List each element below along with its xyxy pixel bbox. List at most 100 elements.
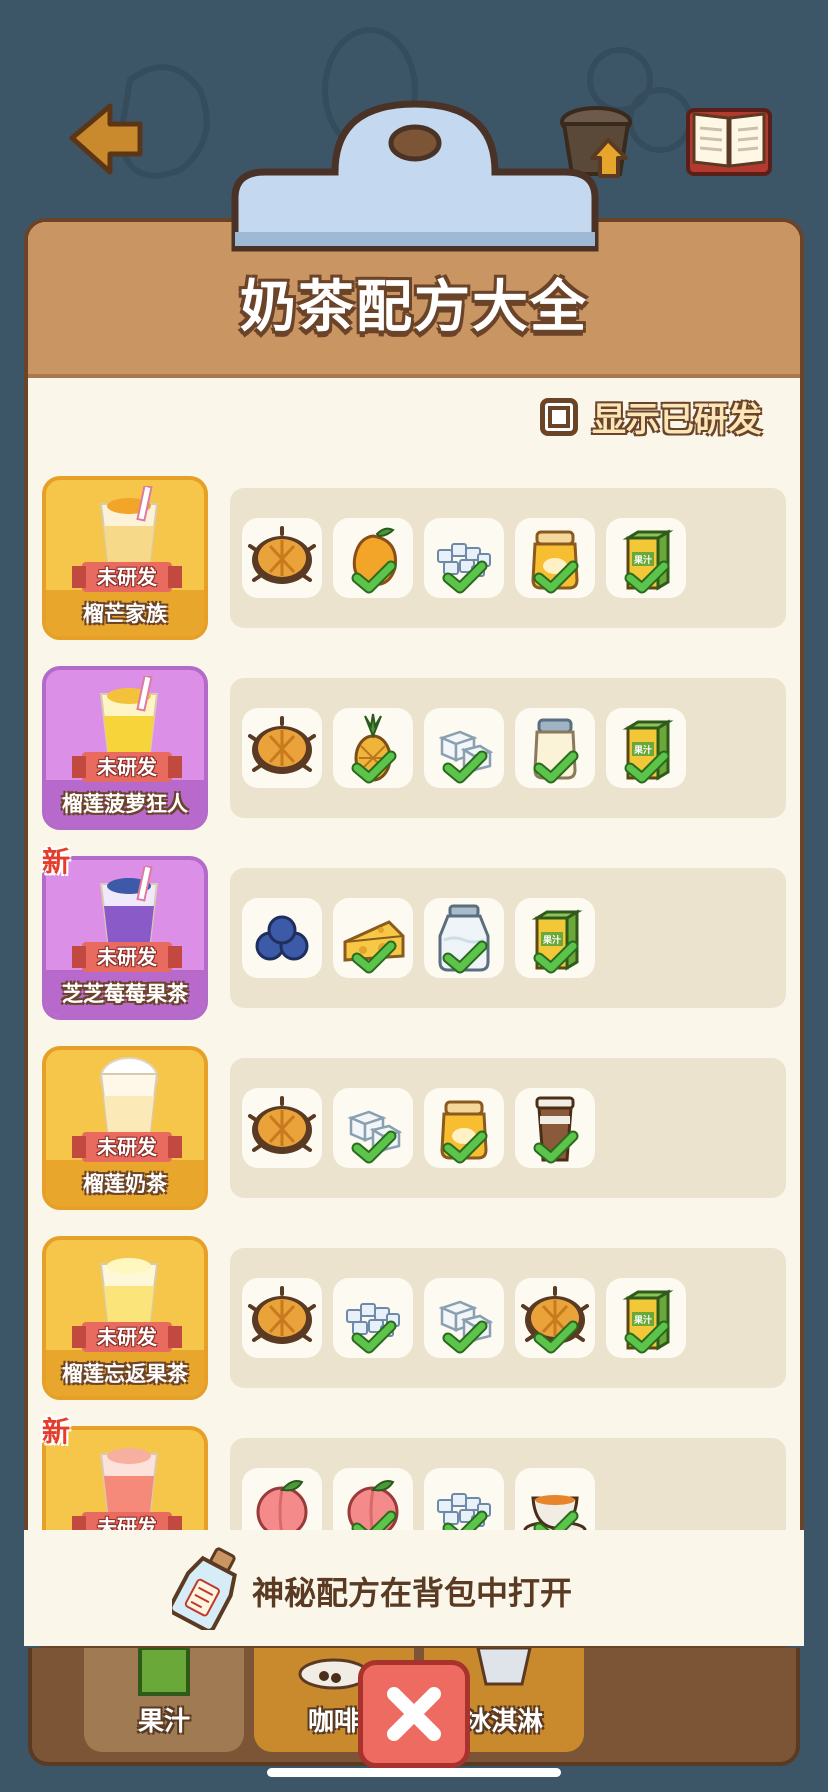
- status-badge: 未研发: [72, 1322, 182, 1352]
- ingredient-slot[interactable]: [515, 1468, 595, 1530]
- status-badge: 未研发: [72, 1512, 182, 1530]
- recipe-name: 芝芝莓莓果茶: [62, 982, 188, 1006]
- ingredient-slot[interactable]: [242, 1088, 322, 1168]
- ingredient-panel: 果汁: [230, 678, 786, 818]
- check-icon: [624, 560, 670, 594]
- status-badge: 未研发: [72, 942, 182, 972]
- ingredient-slot[interactable]: [424, 518, 504, 598]
- ingredient-slot[interactable]: [242, 1468, 322, 1530]
- recipe-list[interactable]: 未研发 榴芒家族 果汁 未研发 榴莲菠萝狂人 果汁新未研发 芝芝莓莓果茶 果汁 未研发 榴莲奶茶未…: [24, 470, 804, 1530]
- check-icon: [624, 750, 670, 784]
- check-icon: [533, 750, 579, 784]
- check-icon: [442, 1320, 488, 1354]
- book-icon: [686, 108, 772, 176]
- new-badge: 新: [42, 845, 71, 878]
- check-icon: [351, 750, 397, 784]
- mango-drink-icon: [99, 484, 159, 571]
- check-icon: [533, 1320, 579, 1354]
- ingredient-panel: 果汁: [230, 868, 786, 1008]
- recipe-card[interactable]: 未研发 榴莲菠萝狂人: [42, 666, 208, 830]
- recipe-card[interactable]: 未研发 榴莲奶茶: [42, 1046, 208, 1210]
- message-bottle-icon[interactable]: [172, 1544, 244, 1630]
- recipe-row: 未研发榴莲菠萝狂人 果汁: [24, 660, 804, 832]
- recipe-name: 榴芒家族: [83, 602, 167, 626]
- ingredient-slot[interactable]: [242, 708, 322, 788]
- recipe-name: 榴莲忘返果茶: [62, 1362, 188, 1386]
- show-developed-checkbox[interactable]: [540, 397, 578, 436]
- status-badge: 未研发: [72, 1132, 182, 1162]
- ingredient-slot[interactable]: [242, 518, 322, 598]
- check-icon: [351, 1130, 397, 1164]
- check-icon: [351, 1510, 397, 1530]
- ingredient-slot[interactable]: [424, 708, 504, 788]
- peach-icon: [256, 1480, 308, 1530]
- blueberry-drink-icon: [99, 864, 159, 951]
- page-title: 奶茶配方大全: [240, 275, 588, 340]
- recipe-card[interactable]: 未研发 芝芝莓莓果茶: [42, 856, 208, 1020]
- check-icon: [442, 1510, 488, 1530]
- home-indicator[interactable]: [267, 1768, 561, 1777]
- check-icon: [533, 560, 579, 594]
- ingredient-slot[interactable]: 果汁: [606, 708, 686, 788]
- ingredient-slot[interactable]: [424, 1468, 504, 1530]
- ingredient-slot[interactable]: [333, 1278, 413, 1358]
- recipe-book-button[interactable]: [686, 104, 772, 180]
- check-icon: [442, 560, 488, 594]
- ice-cream-cup-tab-icon: [476, 1648, 532, 1686]
- checkbox-box: [548, 405, 570, 428]
- close-button[interactable]: [358, 1660, 470, 1768]
- tab-juice[interactable]: 果汁: [84, 1648, 244, 1752]
- durian-icon: [248, 526, 316, 584]
- tab-juice-label: 果汁: [137, 1707, 190, 1737]
- check-icon: [351, 940, 397, 974]
- check-icon: [533, 940, 579, 974]
- check-icon: [624, 1320, 670, 1354]
- ingredient-slot[interactable]: 果汁: [515, 898, 595, 978]
- ingredient-slot[interactable]: [333, 1088, 413, 1168]
- check-icon: [442, 1130, 488, 1164]
- pineapple-drink-icon: [99, 674, 159, 761]
- ingredient-slot[interactable]: [424, 1278, 504, 1358]
- ingredient-slot[interactable]: 果汁: [606, 1278, 686, 1358]
- ingredient-slot[interactable]: [515, 518, 595, 598]
- ingredient-slot[interactable]: [515, 708, 595, 788]
- ingredient-slot[interactable]: [515, 1278, 595, 1358]
- ingredient-slot[interactable]: [333, 1468, 413, 1530]
- new-badge: 新: [42, 1415, 71, 1448]
- status-badge: 未研发: [72, 752, 182, 782]
- recipe-row: 未研发榴莲忘返果茶 果汁: [24, 1230, 804, 1402]
- recipe-card[interactable]: 未研发 榴莲忘返果茶: [42, 1236, 208, 1400]
- ingredient-slot[interactable]: 果汁: [606, 518, 686, 598]
- ingredient-slot[interactable]: [242, 898, 322, 978]
- durian-icon: [248, 716, 316, 774]
- durian-icon: [248, 1286, 316, 1344]
- ingredient-panel: [230, 1438, 786, 1530]
- ingredient-slot[interactable]: [333, 898, 413, 978]
- check-icon: [442, 940, 488, 974]
- clipboard-clip-icon: [231, 100, 599, 252]
- check-icon: [533, 1130, 579, 1164]
- ingredient-slot[interactable]: [333, 708, 413, 788]
- ingredient-slot[interactable]: [424, 1088, 504, 1168]
- back-arrow-icon: [69, 103, 143, 175]
- ingredient-panel: 果汁: [230, 1248, 786, 1388]
- show-developed-label: 显示已研发: [592, 400, 762, 440]
- show-developed-toggle[interactable]: 显示已研发: [540, 392, 762, 441]
- peach-drink-icon: [99, 1448, 159, 1521]
- check-icon: [533, 1510, 579, 1530]
- ingredient-slot[interactable]: [515, 1088, 595, 1168]
- back-button[interactable]: [66, 100, 146, 180]
- ingredient-slot[interactable]: [424, 898, 504, 978]
- ingredient-slot[interactable]: [242, 1278, 322, 1358]
- recipe-card[interactable]: 未研发 榴芒家族: [42, 476, 208, 640]
- milk-tea-drink-icon: [99, 1057, 159, 1141]
- recipe-row: 未研发 榴芒家族 果汁: [24, 470, 804, 642]
- ingredient-slot[interactable]: [333, 518, 413, 598]
- recipe-name: 榴莲奶茶: [83, 1172, 167, 1196]
- juice-box-tab-icon: [138, 1648, 190, 1696]
- blueberry-icon: [255, 915, 309, 961]
- recipe-row: 未研发 榴莲奶茶: [24, 1040, 804, 1212]
- footer-hint-bar: 神秘配方在背包中打开: [24, 1530, 804, 1646]
- recipe-row: 新未研发: [24, 1415, 804, 1530]
- recipe-name: 榴莲菠萝狂人: [62, 792, 188, 816]
